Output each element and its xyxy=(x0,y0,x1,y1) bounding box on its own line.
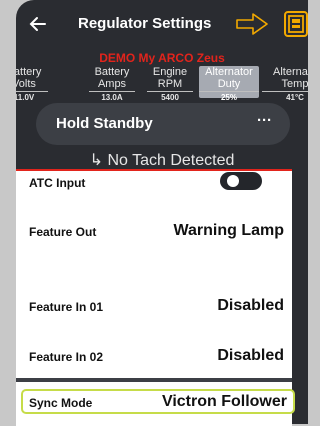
gauge-battery-amps[interactable]: Battery Amps 13.0A xyxy=(89,66,135,102)
gauge-strip: Battery Volts 11.0V Battery Amps 13.0A E… xyxy=(16,66,308,102)
setting-value: Victron Follower xyxy=(161,393,287,410)
gauge-title: Alternator xyxy=(205,66,253,78)
setting-label: Feature In 01 xyxy=(29,300,104,314)
gauge-engine-rpm[interactable]: Engine RPM 5400 xyxy=(147,66,193,102)
gauge-title: Alternato xyxy=(272,66,308,78)
gauge-title: Battery xyxy=(16,66,42,78)
gauge-value: 13.0A xyxy=(101,93,123,102)
atc-input-toggle[interactable] xyxy=(220,172,262,190)
settings-panel: ATC Input Feature Out Warning Lamp Featu… xyxy=(16,169,292,426)
gauge-value: 11.0V xyxy=(16,93,35,102)
more-options-icon[interactable]: ··· xyxy=(257,112,272,129)
gauge-alternator-duty[interactable]: Alternator Duty 25% xyxy=(199,66,259,102)
forward-arrow-icon[interactable] xyxy=(235,12,269,36)
section-divider xyxy=(16,378,292,382)
gauge-subtitle: Temp xyxy=(262,78,308,92)
gauge-alternator-temp[interactable]: Alternato Temp 41°C xyxy=(262,66,308,102)
back-arrow-icon[interactable] xyxy=(28,14,48,34)
header: Regulator Settings xyxy=(16,0,308,48)
gauge-subtitle: RPM xyxy=(147,78,193,92)
gauge-value: 5400 xyxy=(161,93,179,102)
status-bar[interactable]: Hold Standby ··· xyxy=(36,103,290,145)
gauge-subtitle: Amps xyxy=(89,78,135,92)
document-icon[interactable] xyxy=(284,11,308,37)
setting-label: ATC Input xyxy=(29,176,86,190)
setting-label: Sync Mode xyxy=(29,396,93,410)
gauge-subtitle: Volts xyxy=(16,78,48,92)
setting-value: Disabled xyxy=(217,347,284,364)
setting-value: Disabled xyxy=(217,297,284,314)
setting-row-sync-mode[interactable]: Sync Mode Victron Follower xyxy=(21,389,295,414)
gauge-value: 41°C xyxy=(286,93,304,102)
setting-label: Feature Out xyxy=(29,225,97,239)
gauge-title: Battery xyxy=(94,66,130,78)
gauge-title: Engine xyxy=(152,66,188,78)
toggle-knob xyxy=(227,175,239,187)
page-title: Regulator Settings xyxy=(78,15,212,32)
tach-status: ↳ No Tach Detected xyxy=(89,152,235,169)
demo-label: DEMO My ARCO Zeus xyxy=(99,51,225,65)
setting-value: Warning Lamp xyxy=(173,222,284,239)
gauge-subtitle: Duty xyxy=(199,78,259,92)
status-label: Hold Standby xyxy=(56,115,153,132)
setting-label: Feature In 02 xyxy=(29,350,104,364)
gauge-value: 25% xyxy=(220,93,237,102)
gauge-battery-volts[interactable]: Battery Volts 11.0V xyxy=(16,66,48,102)
